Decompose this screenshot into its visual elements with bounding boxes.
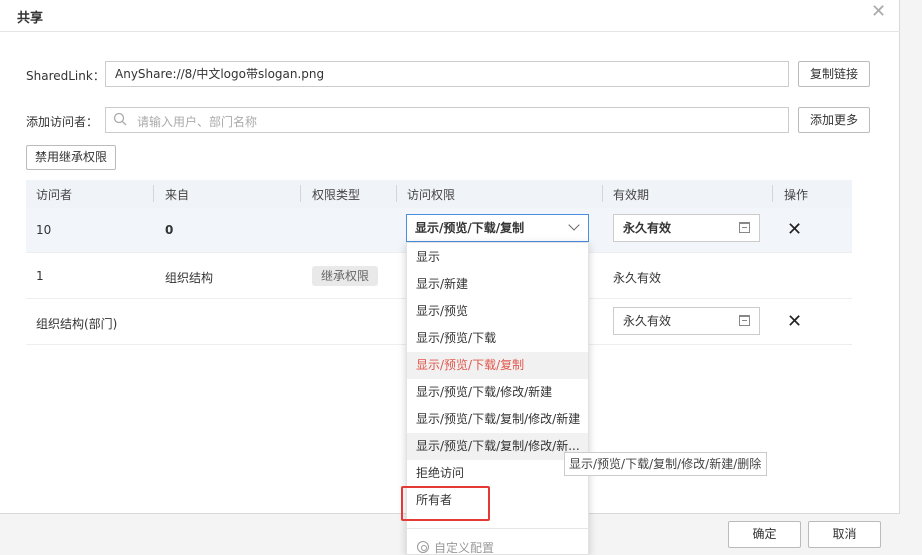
header-action: 操作 (784, 188, 809, 202)
dropdown-divider (407, 528, 588, 529)
row-from: 组织结构 (165, 271, 214, 285)
ok-button[interactable]: 确定 (728, 521, 801, 548)
header-divider (772, 185, 773, 202)
add-visitor-label: 添加访问者： (26, 115, 99, 129)
custom-config-option[interactable]: 自定义配置 (434, 539, 494, 555)
permission-option-selected[interactable]: 显示/预览/下载/复制 (407, 352, 588, 379)
shared-link-input[interactable]: AnyShare://8/中文logo带slogan.png (105, 61, 789, 87)
permission-option[interactable]: 显示/预览 (407, 298, 588, 325)
header-expiry: 有效期 (613, 188, 650, 202)
delete-row-icon[interactable]: ✕ (787, 313, 802, 331)
expiry-value: 永久有效 (623, 314, 672, 328)
permission-option[interactable]: 显示/新建 (407, 271, 588, 298)
row-from: 0 (165, 223, 174, 237)
expiry-input[interactable]: 永久有效 (613, 307, 760, 335)
shared-link-label: SharedLink： (26, 69, 105, 83)
header-visitor: 访问者 (36, 188, 73, 202)
row-visitor: 1 (36, 269, 44, 283)
permission-option[interactable]: 显示 (407, 244, 588, 271)
permission-select[interactable]: 显示/预览/下载/复制 (406, 214, 589, 242)
header-divider (153, 185, 154, 202)
delete-row-icon[interactable]: ✕ (787, 221, 802, 239)
background-strip (900, 0, 922, 555)
visitor-search-placeholder: 请输入用户、部门名称 (137, 115, 258, 129)
expiry-input[interactable]: 永久有效 (613, 214, 760, 242)
header-divider (300, 185, 301, 202)
disable-inherit-button[interactable]: 禁用继承权限 (26, 145, 116, 170)
permission-option[interactable]: 显示/预览/下载 (407, 325, 588, 352)
calendar-icon[interactable] (739, 222, 750, 233)
dialog-title: 共享 (17, 11, 44, 26)
close-icon[interactable]: ✕ (871, 2, 886, 22)
inherit-badge: 继承权限 (312, 266, 379, 286)
copy-link-button[interactable]: 复制链接 (798, 61, 870, 87)
add-more-button[interactable]: 添加更多 (798, 107, 870, 133)
row-expiry: 永久有效 (613, 271, 662, 285)
gear-icon (417, 541, 429, 553)
cancel-button[interactable]: 取消 (808, 521, 881, 548)
header-divider (602, 185, 603, 202)
expiry-value: 永久有效 (623, 221, 672, 235)
header-type: 权限类型 (312, 188, 361, 202)
permission-option[interactable]: 显示/预览/下载/复制/修改/新建 (407, 406, 588, 433)
permission-option[interactable]: 显示/预览/下载/修改/新建 (407, 379, 588, 406)
dialog-titlebar: 共享 ✕ (0, 0, 900, 32)
owner-highlight-box (401, 486, 490, 521)
permission-option-deny[interactable]: 拒绝访问 (407, 460, 588, 487)
row-visitor: 10 (36, 223, 52, 237)
permission-select-value: 显示/预览/下载/复制 (415, 221, 525, 235)
option-tooltip: 显示/预览/下载/复制/修改/新建/删除 (564, 452, 767, 476)
chevron-down-icon (568, 219, 580, 231)
row-visitor: 组织结构(部门) (36, 317, 118, 331)
permission-option-hovered[interactable]: 显示/预览/下载/复制/修改/新... (407, 433, 588, 460)
search-icon (113, 112, 127, 126)
header-permission: 访问权限 (407, 188, 456, 202)
header-from: 来自 (165, 188, 190, 202)
calendar-icon[interactable] (739, 315, 750, 326)
header-divider (396, 185, 397, 202)
